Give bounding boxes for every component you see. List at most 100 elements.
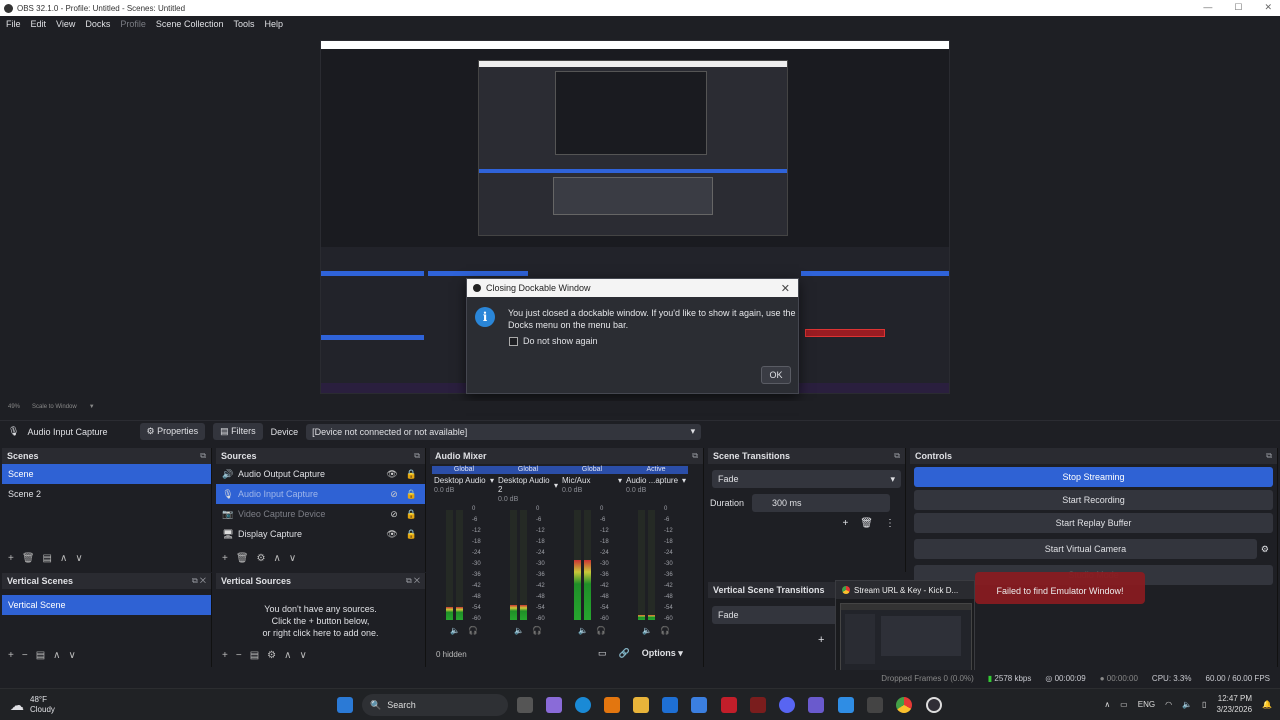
network-icon[interactable]: ▭ bbox=[1120, 700, 1128, 709]
vlc-icon[interactable] bbox=[604, 697, 620, 713]
undock-icon[interactable]: ⧉ bbox=[200, 451, 206, 461]
discord-icon[interactable] bbox=[779, 697, 795, 713]
speaker-icon[interactable]: 🔈 bbox=[642, 626, 652, 635]
taskbar-search[interactable]: 🔍 Search bbox=[362, 694, 508, 716]
obs-icon[interactable] bbox=[926, 697, 942, 713]
start-replay-buffer-button[interactable]: Start Replay Buffer bbox=[914, 513, 1273, 533]
do-not-show-checkbox[interactable]: Do not show again bbox=[509, 336, 598, 346]
chevron-down-icon[interactable]: ∨ bbox=[299, 650, 306, 661]
channel-name-select[interactable]: Mic/Aux ▾ bbox=[560, 474, 624, 487]
device-select[interactable]: [Device not connected or not available] … bbox=[306, 423, 702, 440]
chrome-icon[interactable] bbox=[896, 697, 912, 713]
trash-icon[interactable]: 🗑 bbox=[860, 518, 873, 529]
channel-name-select[interactable]: Desktop Audio 2 ▾ bbox=[496, 474, 560, 496]
menu-file[interactable]: File bbox=[6, 19, 21, 29]
chevron-up-icon[interactable]: ∧ bbox=[1104, 700, 1110, 709]
gear-icon[interactable]: ⚙ bbox=[1261, 544, 1269, 555]
source-item[interactable]: 🖥 Display Capture 👁 🔒 bbox=[216, 524, 425, 544]
chevron-up-icon[interactable]: ∧ bbox=[53, 650, 60, 661]
gear-icon[interactable]: ⚙ bbox=[267, 650, 276, 661]
eye-icon[interactable]: 👁 bbox=[386, 529, 397, 540]
add-icon[interactable]: + bbox=[8, 553, 14, 564]
scale-mode[interactable]: Scale to Window bbox=[32, 404, 77, 410]
add-icon[interactable]: + bbox=[8, 650, 14, 661]
menu-edit[interactable]: Edit bbox=[31, 19, 47, 29]
menu-view[interactable]: View bbox=[56, 19, 75, 29]
edge-icon[interactable] bbox=[575, 697, 591, 713]
menu-help[interactable]: Help bbox=[264, 19, 283, 29]
stop-streaming-button[interactable]: Stop Streaming bbox=[914, 467, 1273, 487]
add-icon[interactable]: + bbox=[818, 634, 824, 646]
options-button[interactable]: Options ▾ bbox=[642, 648, 683, 659]
vertical-sources-dock[interactable]: Vertical Sources ⧉ ✕ You don't have any s… bbox=[216, 573, 426, 667]
outlook-icon[interactable] bbox=[662, 697, 678, 713]
dock-controls[interactable]: ⧉ ✕ bbox=[192, 576, 206, 586]
shield-icon[interactable] bbox=[838, 697, 854, 713]
headphones-icon[interactable]: 🎧 bbox=[660, 626, 670, 635]
store-icon[interactable] bbox=[691, 697, 707, 713]
chevron-up-icon[interactable]: ∧ bbox=[60, 553, 67, 564]
eye-off-icon[interactable]: ⊘ bbox=[390, 509, 398, 520]
window-thumbnail[interactable] bbox=[840, 603, 972, 673]
undock-icon[interactable]: ⧉ bbox=[1266, 451, 1272, 461]
checkbox-box[interactable] bbox=[509, 336, 518, 346]
dock-controls[interactable]: ⧉ ✕ bbox=[406, 576, 420, 586]
task-view-icon[interactable] bbox=[517, 697, 533, 713]
layout-icon[interactable]: ▭ bbox=[598, 648, 607, 659]
chevron-down-icon[interactable]: ∨ bbox=[75, 553, 82, 564]
volume-icon[interactable]: 🔈 bbox=[1182, 700, 1192, 709]
start-recording-button[interactable]: Start Recording bbox=[914, 490, 1273, 510]
source-item[interactable]: 📷 Video Capture Device ⊘ 🔒 bbox=[216, 504, 425, 524]
duration-input[interactable]: 300 ms bbox=[752, 494, 891, 512]
app-purple-icon[interactable] bbox=[808, 697, 824, 713]
ok-button[interactable]: OK bbox=[761, 366, 791, 384]
properties-button[interactable]: ⚙ Properties bbox=[139, 423, 206, 440]
filter-icon[interactable]: ▤ bbox=[36, 650, 45, 661]
speaker-icon[interactable]: 🔈 bbox=[578, 626, 588, 635]
gear-icon[interactable]: ⚙ bbox=[257, 553, 266, 564]
taskbar-thumbnail-popup[interactable]: Stream URL & Key - Kick D... bbox=[835, 580, 975, 676]
headphones-icon[interactable]: 🎧 bbox=[532, 626, 542, 635]
wifi-icon[interactable]: ◠ bbox=[1165, 700, 1172, 709]
filter-icon[interactable]: ▤ bbox=[43, 553, 52, 564]
headphones-icon[interactable]: 🎧 bbox=[468, 626, 478, 635]
notification-icon[interactable]: 🔔 bbox=[1262, 700, 1272, 709]
scene-item[interactable]: Scene bbox=[2, 464, 211, 484]
maximize-button[interactable]: ☐ bbox=[1234, 2, 1242, 13]
chevron-down-icon[interactable]: ∨ bbox=[289, 553, 296, 564]
chevron-down-icon[interactable]: ▼ bbox=[89, 404, 95, 410]
add-icon[interactable]: + bbox=[222, 650, 228, 661]
speaker-icon[interactable]: 🔈 bbox=[514, 626, 524, 635]
menu-profile[interactable]: Profile bbox=[120, 19, 146, 29]
menu-docks[interactable]: Docks bbox=[85, 19, 110, 29]
filter-icon[interactable]: ▤ bbox=[250, 650, 259, 661]
headphones-icon[interactable]: 🎧 bbox=[596, 626, 606, 635]
undock-icon[interactable]: ⧉ bbox=[692, 451, 698, 461]
close-button[interactable]: ✕ bbox=[1264, 2, 1272, 13]
more-icon[interactable]: ⋮ bbox=[885, 518, 895, 529]
chevron-up-icon[interactable]: ∧ bbox=[274, 553, 281, 564]
link-icon[interactable]: 🔗 bbox=[619, 648, 630, 659]
filters-button[interactable]: ▤ Filters bbox=[213, 423, 263, 440]
source-item[interactable]: 🔊 Audio Output Capture 👁 🔒 bbox=[216, 464, 425, 484]
copilot-icon[interactable] bbox=[546, 697, 562, 713]
lock-icon[interactable]: 🔒 bbox=[406, 489, 417, 500]
folder-icon[interactable] bbox=[633, 697, 649, 713]
clock[interactable]: 12:47 PM 3/23/2026 bbox=[1216, 693, 1252, 715]
menu-tools[interactable]: Tools bbox=[233, 19, 254, 29]
weather-widget[interactable]: ☁ 48°F Cloudy bbox=[10, 695, 55, 715]
dialog-close-icon[interactable]: ✕ bbox=[781, 282, 790, 295]
eye-off-icon[interactable]: ⊘ bbox=[390, 489, 398, 500]
language-indicator[interactable]: ENG bbox=[1138, 700, 1155, 709]
eye-icon[interactable]: 👁 bbox=[386, 469, 397, 480]
chevron-up-icon[interactable]: ∧ bbox=[284, 650, 291, 661]
minus-icon[interactable]: − bbox=[236, 650, 242, 661]
minus-icon[interactable]: − bbox=[22, 650, 28, 661]
terminal-icon[interactable] bbox=[867, 697, 883, 713]
trash-icon[interactable]: 🗑 bbox=[236, 553, 249, 564]
emulator-error-toast[interactable]: Failed to find Emulator Window! bbox=[975, 572, 1145, 604]
speaker-icon[interactable]: 🔈 bbox=[450, 626, 460, 635]
app-red-icon[interactable] bbox=[750, 697, 766, 713]
lock-icon[interactable]: 🔒 bbox=[406, 469, 417, 480]
add-icon[interactable]: + bbox=[842, 518, 848, 529]
